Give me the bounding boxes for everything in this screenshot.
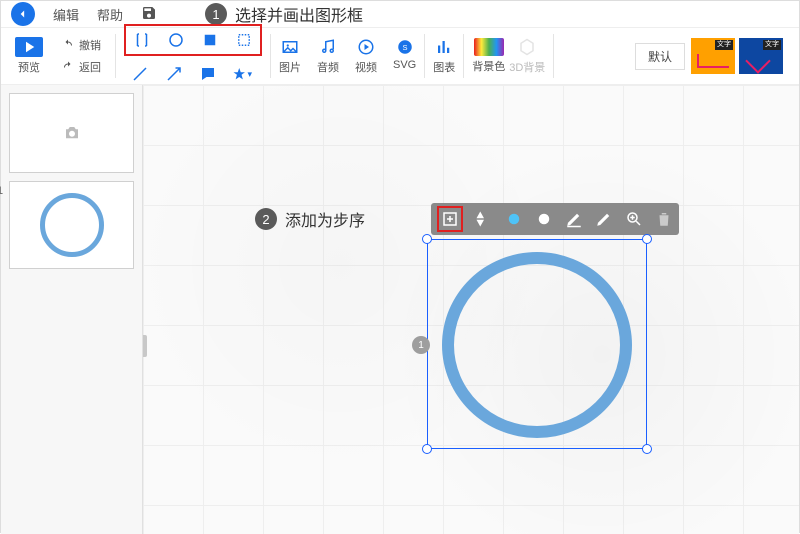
stroke-color-icon[interactable] [535, 210, 553, 228]
insert-video[interactable]: 视频 [355, 37, 377, 75]
annotation-badge-1: 1 [205, 3, 227, 25]
resize-handle-tl[interactable] [422, 234, 432, 244]
svg-text:S: S [402, 43, 407, 52]
circle-shape[interactable] [442, 252, 632, 438]
shape-tools-highlight [124, 24, 262, 56]
annotation-text-1: 选择并画出图形框 [235, 2, 363, 26]
resize-handle-tr[interactable] [642, 234, 652, 244]
note-tool-icon[interactable] [198, 64, 218, 84]
menu-help[interactable]: 帮助 [97, 5, 123, 24]
bgcolor-swatch-icon [474, 38, 504, 56]
marquee-icon[interactable] [234, 30, 254, 50]
save-button[interactable] [141, 5, 157, 24]
insert-image[interactable]: 图片 [279, 37, 301, 75]
insert-svg[interactable]: S SVG [393, 37, 416, 71]
line-tool-icon[interactable] [130, 64, 150, 84]
media-group: 图片 音频 视频 S SVG [279, 37, 416, 75]
preview-icon[interactable] [15, 37, 43, 57]
preview-group: 预览 [7, 37, 51, 75]
theme-default-button[interactable]: 默认 [635, 43, 685, 70]
fill-color-icon[interactable] [505, 210, 523, 228]
shape-selection[interactable]: 1 [427, 239, 647, 449]
zoom-icon[interactable] [625, 210, 643, 228]
annotation-text-2: 添加为步序 [285, 207, 365, 231]
circle-shape-icon[interactable] [166, 30, 186, 50]
background-3d[interactable]: 3D背景 [509, 37, 545, 75]
insert-audio[interactable]: 音频 [317, 37, 339, 75]
theme-thumb-1[interactable]: 文字 [691, 38, 735, 74]
annotation-2: 2 添加为步序 [255, 207, 365, 231]
slide-thumb-circle [40, 193, 104, 257]
preview-label: 预览 [18, 59, 40, 75]
annotation-1: 1 选择并画出图形框 [205, 2, 363, 26]
menu-edit[interactable]: 编辑 [53, 5, 79, 24]
delete-icon[interactable] [655, 210, 673, 228]
floating-toolbar [431, 203, 679, 235]
resize-handle-bl[interactable] [422, 444, 432, 454]
undo-redo-group: 撤销 返回 [55, 37, 107, 75]
square-shape-icon[interactable] [200, 30, 220, 50]
camera-icon [61, 124, 83, 142]
star-tool-icon[interactable]: ▾ [232, 64, 252, 84]
slide-thumb-new[interactable] [9, 93, 134, 173]
menu-bar: 编辑 帮助 1 选择并画出图形框 [1, 1, 799, 27]
panel-collapse-handle[interactable] [143, 335, 147, 357]
resize-handle-br[interactable] [642, 444, 652, 454]
slide-number: 1 [0, 185, 3, 197]
undo-button[interactable]: 撤销 [61, 37, 101, 53]
main-area: 1 2 添加为步序 [1, 85, 799, 534]
slide-thumb-1[interactable] [9, 181, 134, 269]
slide-panel: 1 [1, 85, 143, 534]
edit-stroke-icon[interactable] [565, 210, 583, 228]
edit-text-icon[interactable] [595, 210, 613, 228]
add-step-icon[interactable] [441, 210, 459, 228]
insert-chart[interactable]: 图表 [433, 37, 455, 75]
redo-button[interactable]: 返回 [61, 59, 101, 75]
annotation-badge-2: 2 [255, 208, 277, 230]
shape-tools-group: ▾ [124, 24, 262, 88]
background-color[interactable]: 背景色 [472, 38, 505, 74]
animation-icon[interactable] [475, 210, 493, 228]
ribbon-toolbar: 预览 撤销 返回 ▾ 图片 [1, 27, 799, 85]
theme-thumb-2[interactable]: 文字 [739, 38, 783, 74]
canvas[interactable]: 2 添加为步序 1 [143, 85, 799, 534]
text-frame-icon[interactable] [132, 30, 152, 50]
arrow-tool-icon[interactable] [164, 64, 184, 84]
add-step-highlight [437, 206, 463, 232]
back-button[interactable] [11, 2, 35, 26]
step-order-badge[interactable]: 1 [412, 336, 430, 354]
